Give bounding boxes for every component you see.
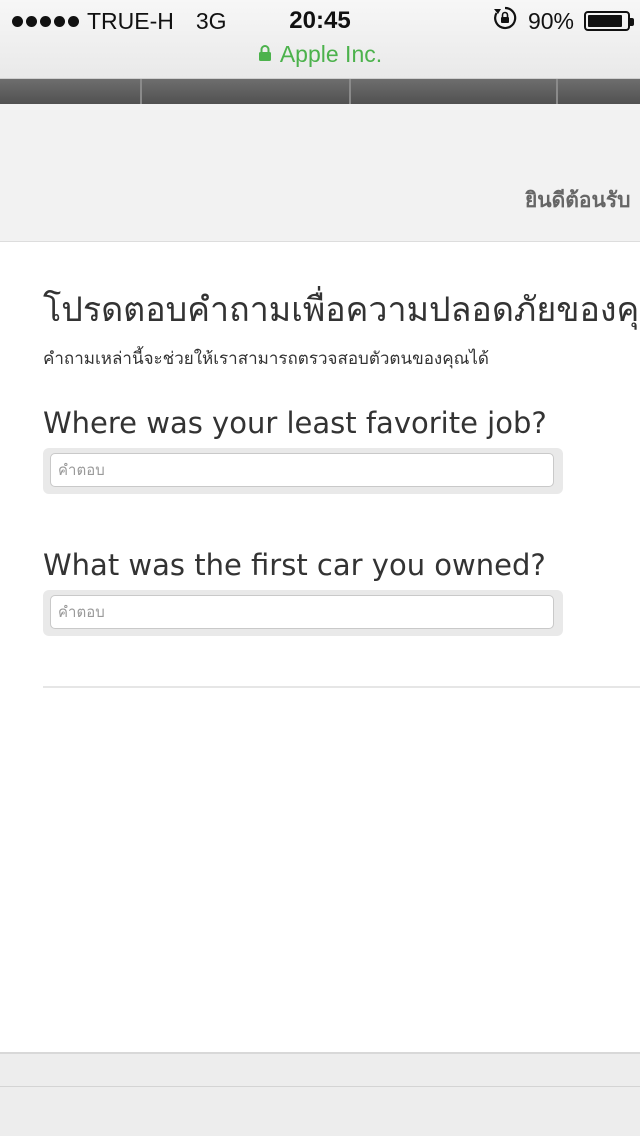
screen: TRUE-H 3G 20:45 90% Apple Inc. ยินดีต้อน… (0, 0, 640, 1136)
question-label-2: What was the first car you owned? (43, 548, 546, 582)
site-name: Apple Inc. (279, 40, 383, 67)
address-bar[interactable]: Apple Inc. (0, 38, 640, 70)
status-right: 90% (492, 5, 634, 37)
footer-divider (0, 1086, 640, 1087)
welcome-banner: ยินดีต้อนรับ (0, 104, 640, 242)
answer-field-wrapper-2 (43, 590, 563, 636)
nav-tab[interactable] (351, 78, 558, 104)
nav-tab[interactable] (142, 78, 351, 104)
rotation-lock-icon (492, 5, 518, 37)
battery-icon (584, 11, 634, 31)
battery-percent: 90% (527, 7, 574, 34)
question-label-1: Where was your least favorite job? (43, 406, 547, 440)
page-title: โปรดตอบคำถามเพื่อความปลอดภัยของคุณ (43, 290, 640, 330)
welcome-text: ยินดีต้อนรับ (525, 188, 631, 212)
section-divider (43, 686, 640, 688)
lock-icon (258, 41, 272, 68)
nav-tab[interactable] (558, 78, 640, 104)
security-questions-card: โปรดตอบคำถามเพื่อความปลอดภัยของคุณ คำถาม… (0, 242, 640, 1054)
answer-input-2[interactable] (50, 595, 554, 629)
footer (0, 1054, 640, 1136)
nav-tab[interactable] (0, 78, 142, 104)
status-bar: TRUE-H 3G 20:45 90% Apple Inc. (0, 0, 640, 79)
page-subtitle: คำถามเหล่านี้จะช่วยให้เราสามารถตรวจสอบตั… (43, 349, 489, 369)
site-nav-strip (0, 78, 640, 104)
answer-field-wrapper-1 (43, 448, 563, 494)
answer-input-1[interactable] (50, 453, 554, 487)
